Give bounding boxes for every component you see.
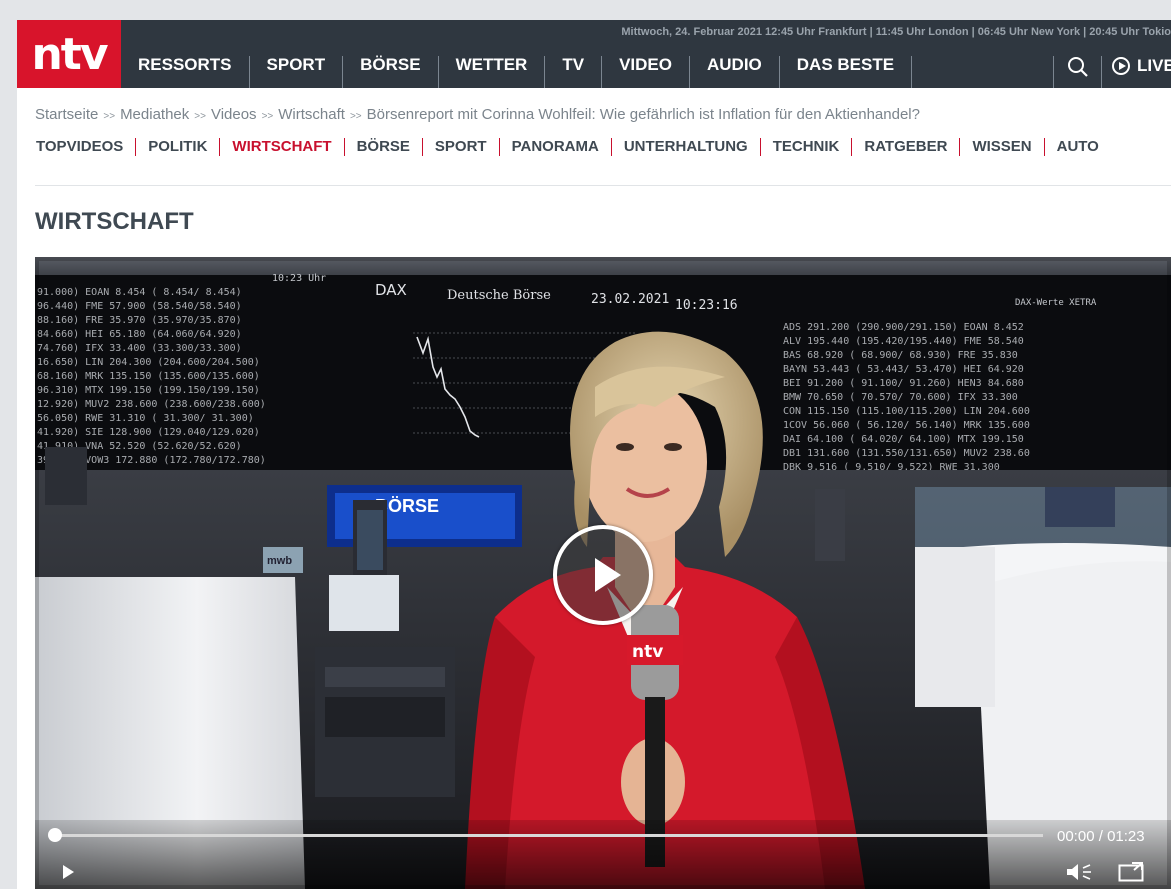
main-nav: RESSORTS SPORT BÖRSE WETTER TV VIDEO AUD… bbox=[121, 56, 913, 88]
fullscreen-icon[interactable] bbox=[1118, 862, 1144, 882]
nav-item-das-beste[interactable]: DAS BESTE bbox=[780, 56, 913, 88]
live-label: LIVE bbox=[1137, 56, 1171, 75]
breadcrumb-separator-icon: >> bbox=[349, 111, 362, 122]
svg-text:BEI 91.200 ( 91.100/ 91.260): BEI 91.200 ( 91.100/ 91.260) HEN3 84.680 bbox=[783, 378, 1024, 389]
svg-text:1COV 56.060 ( 56.120/ 56.140): 1COV 56.060 ( 56.120/ 56.140) MRK 135.60… bbox=[783, 420, 1030, 431]
svg-text:68.160) MRK 135.150 (135.600/1: 68.160) MRK 135.150 (135.600/135.600) bbox=[37, 371, 260, 382]
search-icon bbox=[1067, 57, 1088, 77]
svg-text:84.660) HEI 65.180 (64.060/64: 84.660) HEI 65.180 (64.060/64.920) bbox=[37, 329, 242, 340]
board-dax-label: DAX bbox=[375, 281, 407, 299]
live-button[interactable]: LIVE bbox=[1102, 56, 1171, 76]
subnav-sport[interactable]: SPORT bbox=[423, 138, 500, 156]
board-date: 23.02.2021 bbox=[591, 292, 669, 307]
svg-text:CON 115.150 (115.100/115.200): CON 115.150 (115.100/115.200) LIN 204.60… bbox=[783, 406, 1030, 417]
svg-text:ADS 291.200 (290.900/291.150): ADS 291.200 (290.900/291.150) EOAN 8.452 bbox=[783, 322, 1024, 333]
big-play-button[interactable] bbox=[553, 525, 653, 625]
breadcrumb-current: Börsenreport mit Corinna Wohlfeil: Wie g… bbox=[366, 106, 920, 123]
ntv-logo[interactable]: ntv bbox=[17, 20, 121, 88]
svg-text:88.160) FRE 35.970 (35.970/35: 88.160) FRE 35.970 (35.970/35.870) bbox=[37, 315, 242, 326]
svg-text:56.050) RWE 31.310 ( 31.300/: 56.050) RWE 31.310 ( 31.300/ 31.300) bbox=[37, 413, 254, 424]
nav-item-sport[interactable]: SPORT bbox=[250, 56, 344, 88]
section-title: WIRTSCHAFT bbox=[35, 208, 194, 235]
svg-text:74.760) IFX 33.400 (33.300/33: 74.760) IFX 33.400 (33.300/33.300) bbox=[37, 343, 242, 354]
video-player[interactable]: 91.000) EOAN 8.454 ( 8.454/ 8.454) 96.44… bbox=[35, 257, 1171, 889]
breadcrumb-separator-icon: >> bbox=[261, 111, 274, 122]
progress-thumb[interactable] bbox=[48, 828, 62, 842]
board-time-top: 10:23 Uhr bbox=[272, 273, 326, 284]
nav-item-tv[interactable]: TV bbox=[545, 56, 603, 88]
svg-text:DAX-Werte XETRA: DAX-Werte XETRA bbox=[1015, 298, 1097, 308]
subnav-politik[interactable]: POLITIK bbox=[136, 138, 221, 156]
subnav-technik[interactable]: TECHNIK bbox=[761, 138, 853, 156]
breadcrumb-mediathek[interactable]: Mediathek bbox=[120, 106, 189, 123]
time-display: 00:00 / 01:23 bbox=[1057, 828, 1145, 845]
subnav-panorama[interactable]: PANORAMA bbox=[500, 138, 612, 156]
nav-item-audio[interactable]: AUDIO bbox=[690, 56, 780, 88]
page: ntv Mittwoch, 24. Februar 2021 12:45 Uhr… bbox=[17, 20, 1171, 889]
nav-item-video[interactable]: VIDEO bbox=[602, 56, 690, 88]
subnav-auto[interactable]: AUTO bbox=[1045, 138, 1111, 156]
subnav-boerse[interactable]: BÖRSE bbox=[345, 138, 423, 156]
nav-item-boerse[interactable]: BÖRSE bbox=[343, 56, 439, 88]
nav-right: LIVE bbox=[1053, 56, 1171, 88]
breadcrumb-separator-icon: >> bbox=[194, 111, 206, 122]
duration: 01:23 bbox=[1107, 828, 1145, 845]
nav-item-ressorts[interactable]: RESSORTS bbox=[121, 56, 250, 88]
svg-text:16.650) LIN 204.300 (204.600/2: 16.650) LIN 204.300 (204.600/204.500) bbox=[37, 357, 260, 368]
play-icon[interactable] bbox=[63, 865, 74, 879]
subnav-wissen[interactable]: WISSEN bbox=[960, 138, 1045, 156]
mic-logo: ntv bbox=[632, 642, 663, 662]
dateline: Mittwoch, 24. Februar 2021 12:45 Uhr Fra… bbox=[621, 26, 1171, 38]
subnav-topvideos[interactable]: TOPVIDEOS bbox=[35, 138, 137, 156]
search-button[interactable] bbox=[1054, 56, 1101, 80]
svg-text:BAYN 53.443 ( 53.443/ 53.470): BAYN 53.443 ( 53.443/ 53.470) HEI 64.920 bbox=[783, 364, 1024, 375]
breadcrumb: Startseite >> Mediathek >> Videos >> Wirtschaf… bbox=[35, 106, 920, 123]
svg-text:12.920) MUV2 238.600 (238.600/: 12.920) MUV2 238.600 (238.600/238.600) bbox=[37, 399, 266, 410]
subnav-ratgeber[interactable]: RATGEBER bbox=[852, 138, 961, 156]
desk-label: mwb bbox=[267, 555, 292, 567]
progress-track[interactable] bbox=[53, 834, 1043, 837]
svg-text:41.920) SIE 128.900 (129.040/1: 41.920) SIE 128.900 (129.040/129.020) bbox=[37, 427, 260, 438]
volume-icon[interactable] bbox=[1065, 861, 1093, 883]
video-category-nav: TOPVIDEOS POLITIK WIRTSCHAFT BÖRSE SPORT… bbox=[35, 138, 1111, 156]
svg-text:96.310) MTX 199.150 (199.150/1: 96.310) MTX 199.150 (199.150/199.150) bbox=[37, 385, 260, 396]
subnav-wirtschaft[interactable]: WIRTSCHAFT bbox=[220, 138, 345, 156]
play-circle-icon bbox=[1112, 57, 1130, 75]
svg-text:DAI 64.100 ( 64.020/ 64.100): DAI 64.100 ( 64.020/ 64.100) MTX 199.150 bbox=[783, 434, 1024, 445]
breadcrumb-videos[interactable]: Videos bbox=[211, 106, 257, 123]
svg-text:ALV 195.440 (195.420/195.440): ALV 195.440 (195.420/195.440) FME 58.540 bbox=[783, 336, 1024, 347]
svg-text:91.000) EOAN 8.454 ( 8.454/ 8: 91.000) EOAN 8.454 ( 8.454/ 8.454) bbox=[37, 287, 242, 298]
video-controls: 00:00 / 01:23 bbox=[35, 820, 1171, 889]
svg-text:96.440) FME 57.900 (58.540/58: 96.440) FME 57.900 (58.540/58.540) bbox=[37, 301, 242, 312]
nav-item-wetter[interactable]: WETTER bbox=[439, 56, 546, 88]
board-clock: 10:23:16 bbox=[675, 298, 738, 313]
top-navigation-bar: ntv Mittwoch, 24. Februar 2021 12:45 Uhr… bbox=[17, 20, 1171, 88]
breadcrumb-startseite[interactable]: Startseite bbox=[35, 106, 98, 123]
breadcrumb-wirtschaft[interactable]: Wirtschaft bbox=[278, 106, 345, 123]
svg-text:DB1 131.600 (131.550/131.650): DB1 131.600 (131.550/131.650) MUV2 238.6… bbox=[783, 448, 1030, 459]
svg-text:BAS 68.920 ( 68.900/ 68.930): BAS 68.920 ( 68.900/ 68.930) FRE 35.830 bbox=[783, 350, 1018, 361]
board-deutsche-boerse: Deutsche Börse bbox=[447, 288, 551, 303]
svg-text:BMW 70.650 ( 70.570/ 70.600): BMW 70.650 ( 70.570/ 70.600) IFX 33.300 bbox=[783, 392, 1018, 403]
subnav-unterhaltung[interactable]: UNTERHALTUNG bbox=[612, 138, 761, 156]
current-time: 00:00 bbox=[1057, 828, 1095, 845]
section-divider bbox=[35, 185, 1171, 186]
breadcrumb-separator-icon: >> bbox=[103, 111, 116, 122]
